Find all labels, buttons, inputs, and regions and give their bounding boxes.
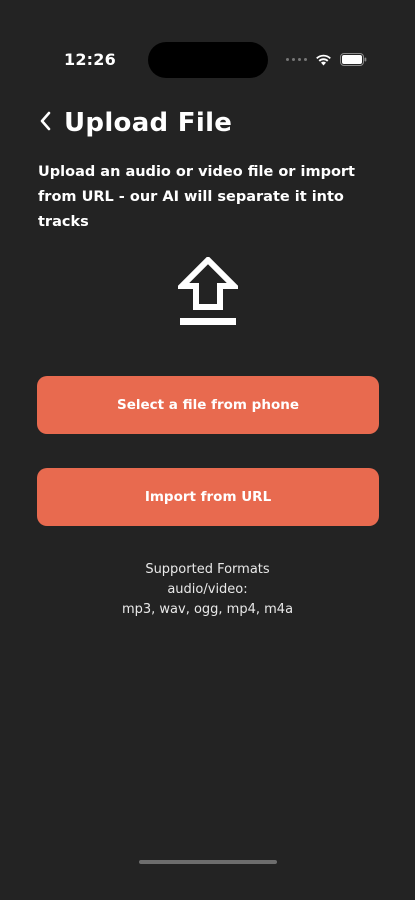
status-time: 12:26 bbox=[64, 50, 116, 69]
dynamic-island bbox=[148, 42, 268, 78]
battery-icon bbox=[340, 52, 367, 66]
page-description: Upload an audio or video file or import … bbox=[38, 164, 355, 230]
formats-title: Supported Formats bbox=[145, 562, 270, 577]
cellular-signal-icon bbox=[286, 57, 307, 61]
back-button[interactable] bbox=[36, 108, 54, 138]
status-bar: 12:26 bbox=[0, 0, 415, 80]
page-title: Upload File bbox=[64, 108, 233, 138]
chevron-left-icon bbox=[39, 111, 51, 135]
formats-category: audio/video: bbox=[167, 582, 248, 597]
select-file-button[interactable]: Select a file from phone bbox=[37, 376, 379, 434]
import-url-button[interactable]: Import from URL bbox=[37, 468, 379, 526]
supported-formats: Supported Formats audio/video: mp3, wav,… bbox=[0, 560, 415, 620]
upload-arrow-icon bbox=[174, 255, 242, 327]
header: Upload File bbox=[36, 108, 232, 138]
wifi-icon bbox=[315, 53, 332, 66]
status-icons bbox=[286, 50, 367, 68]
home-indicator[interactable] bbox=[139, 860, 277, 864]
formats-list: mp3, wav, ogg, mp4, m4a bbox=[121, 602, 294, 617]
